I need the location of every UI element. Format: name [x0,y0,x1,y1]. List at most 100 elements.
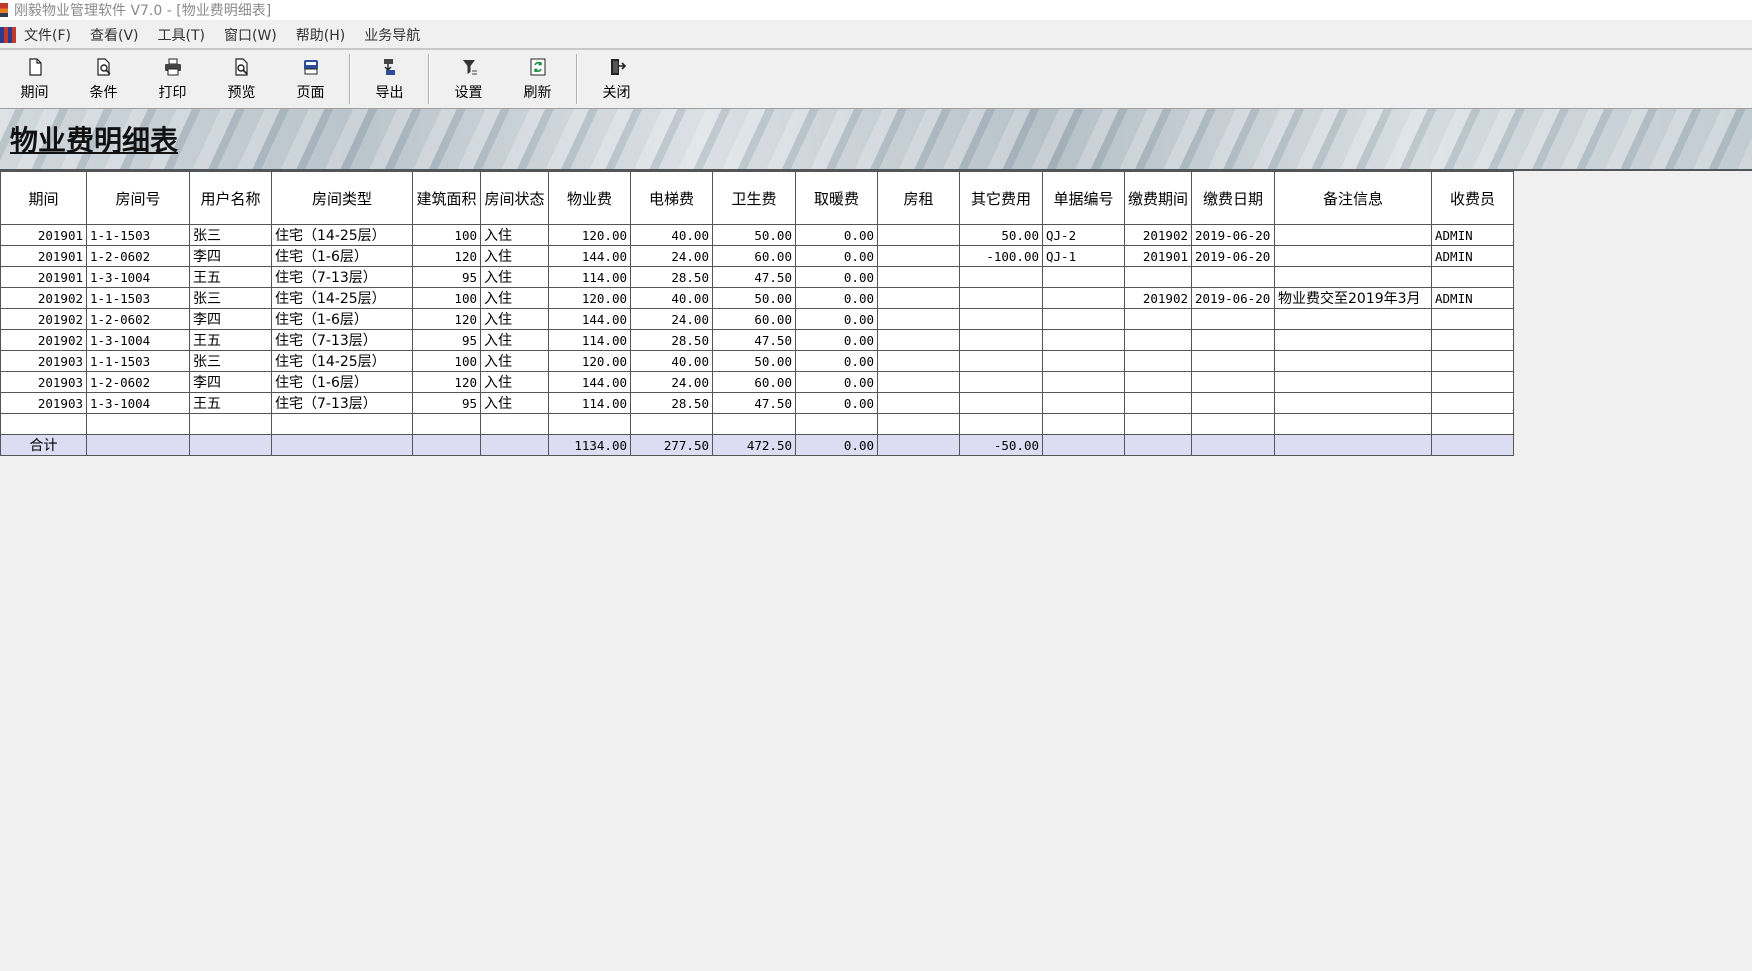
cell-floor-area[interactable]: 120 [412,371,481,393]
cell-pay-period[interactable] [1124,392,1192,414]
column-header-room-no[interactable]: 房间号 [86,171,190,225]
cell-collector[interactable] [1431,329,1514,351]
cell-user-name[interactable]: 张三 [189,350,272,372]
cell-receipt-no[interactable] [1042,371,1125,393]
cell-period[interactable]: 201902 [0,287,87,309]
cell-other-fee[interactable] [959,329,1043,351]
cell-period[interactable]: 201903 [0,392,87,414]
close-button[interactable]: 关闭 [582,50,651,102]
cell-receipt-no[interactable] [1042,329,1125,351]
cell-heating-fee[interactable]: 0.00 [795,392,878,414]
column-header-floor-area[interactable]: 建筑面积 [412,171,481,225]
cell-pay-period[interactable] [1124,413,1192,435]
cell-floor-area[interactable]: 100 [412,350,481,372]
cell-receipt-no[interactable] [1042,413,1125,435]
cell-room-status[interactable]: 入住 [480,245,549,267]
cell-pay-period[interactable]: 201901 [1124,245,1192,267]
cell-room-status[interactable]: 入住 [480,329,549,351]
cell-property-fee[interactable]: 114.00 [548,329,631,351]
cell-collector[interactable] [1431,266,1514,288]
cell-pay-period[interactable] [1124,266,1192,288]
cell-rent[interactable] [877,329,960,351]
cell-rent[interactable] [877,245,960,267]
cell-room-no[interactable]: 1-1-1503 [86,350,190,372]
column-header-receipt-no[interactable]: 单据编号 [1042,171,1125,225]
cell-remarks[interactable] [1274,245,1432,267]
cell-rent[interactable] [877,371,960,393]
cell-other-fee[interactable]: 50.00 [959,224,1043,246]
column-header-property-fee[interactable]: 物业费 [548,171,631,225]
cell-room-status[interactable] [480,413,549,435]
cell-pay-date[interactable] [1191,266,1275,288]
cell-pay-period[interactable] [1124,329,1192,351]
menu-view[interactable]: 查看(V) [90,25,139,45]
cell-remarks[interactable] [1274,266,1432,288]
cell-room-type[interactable] [271,413,413,435]
cell-other-fee[interactable] [959,392,1043,414]
cell-pay-period[interactable] [1124,371,1192,393]
cell-receipt-no[interactable] [1042,266,1125,288]
cell-user-name[interactable]: 李四 [189,371,272,393]
cell-room-status[interactable]: 入住 [480,224,549,246]
table-row[interactable]: 201901 1-1-1503 张三 住宅（14-25层） 100 入住 120.00 40.… [0,224,1514,246]
condition-button[interactable]: 条件 [69,50,138,102]
cell-room-no[interactable] [86,413,190,435]
menu-file[interactable]: 文件(F) [24,25,71,45]
cell-room-no[interactable]: 1-1-1503 [86,224,190,246]
column-header-elevator-fee[interactable]: 电梯费 [630,171,713,225]
cell-floor-area[interactable]: 95 [412,266,481,288]
cell-floor-area[interactable]: 120 [412,245,481,267]
cell-property-fee[interactable]: 144.00 [548,371,631,393]
cell-pay-date[interactable] [1191,350,1275,372]
cell-receipt-no[interactable]: QJ-1 [1042,245,1125,267]
column-header-sanitation-fee[interactable]: 卫生费 [712,171,796,225]
cell-collector[interactable]: ADMIN [1431,287,1514,309]
cell-sanitation-fee[interactable]: 50.00 [712,350,796,372]
column-header-user-name[interactable]: 用户名称 [189,171,272,225]
settings-button[interactable]: 设置 [434,50,503,102]
cell-remarks[interactable] [1274,308,1432,330]
column-header-period[interactable]: 期间 [0,171,87,225]
cell-property-fee[interactable]: 120.00 [548,350,631,372]
cell-room-status[interactable]: 入住 [480,266,549,288]
cell-collector[interactable] [1431,371,1514,393]
cell-other-fee[interactable] [959,350,1043,372]
export-button[interactable]: 导出 [355,50,424,102]
cell-user-name[interactable]: 王五 [189,392,272,414]
cell-sanitation-fee[interactable]: 47.50 [712,329,796,351]
cell-heating-fee[interactable]: 0.00 [795,266,878,288]
column-header-remarks[interactable]: 备注信息 [1274,171,1432,225]
preview-button[interactable]: 预览 [207,50,276,102]
table-row[interactable]: 201902 1-1-1503 张三 住宅（14-25层） 100 入住 120.00 40.… [0,287,1514,309]
cell-property-fee[interactable]: 120.00 [548,224,631,246]
cell-period[interactable]: 201903 [0,371,87,393]
table-row[interactable] [0,413,1514,435]
period-button[interactable]: 期间 [0,50,69,102]
cell-sanitation-fee[interactable]: 47.50 [712,392,796,414]
cell-heating-fee[interactable]: 0.00 [795,245,878,267]
menu-business-nav[interactable]: 业务导航 [364,25,420,45]
cell-remarks[interactable] [1274,350,1432,372]
cell-heating-fee[interactable] [795,413,878,435]
cell-floor-area[interactable]: 100 [412,287,481,309]
column-header-collector[interactable]: 收费员 [1431,171,1514,225]
cell-property-fee[interactable]: 144.00 [548,308,631,330]
cell-heating-fee[interactable]: 0.00 [795,308,878,330]
cell-remarks[interactable] [1274,392,1432,414]
cell-rent[interactable] [877,287,960,309]
cell-period[interactable]: 201902 [0,308,87,330]
cell-property-fee[interactable]: 144.00 [548,245,631,267]
cell-room-no[interactable]: 1-3-1004 [86,266,190,288]
cell-period[interactable]: 201902 [0,329,87,351]
column-header-heating-fee[interactable]: 取暖费 [795,171,878,225]
cell-remarks[interactable] [1274,224,1432,246]
report-grid[interactable]: 期间 房间号 用户名称 房间类型 建筑面积 房间状态 物业费 电梯费 卫生费 取暖费 房租 其它费用单… [0,171,1514,456]
cell-collector[interactable] [1431,413,1514,435]
cell-period[interactable]: 201901 [0,245,87,267]
cell-sanitation-fee[interactable]: 60.00 [712,245,796,267]
column-header-room-status[interactable]: 房间状态 [480,171,549,225]
cell-other-fee[interactable] [959,308,1043,330]
cell-user-name[interactable]: 王五 [189,266,272,288]
cell-collector[interactable] [1431,308,1514,330]
cell-sanitation-fee[interactable]: 60.00 [712,308,796,330]
